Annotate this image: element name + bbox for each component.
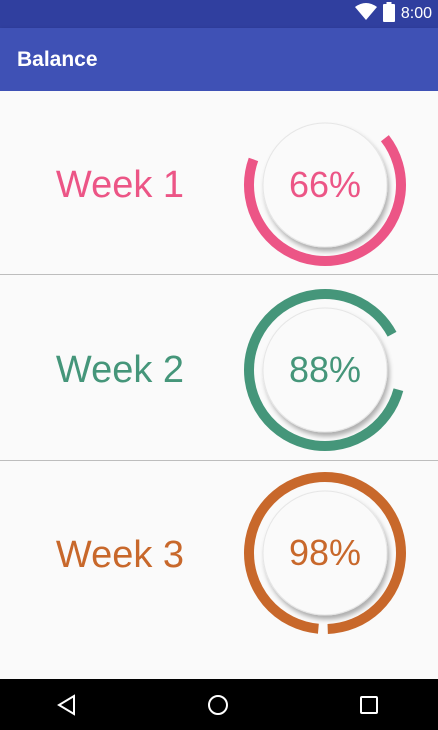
battery-icon <box>382 2 395 26</box>
list-item[interactable]: Week 1 66% <box>0 91 438 274</box>
recents-icon <box>360 695 378 714</box>
progress-circle: 98% <box>230 458 420 648</box>
progress-circle: 66% <box>230 90 420 280</box>
percent-text: 88% <box>288 349 362 390</box>
list-item[interactable]: Week 2 88% <box>0 275 438 460</box>
status-icons: 8:00 <box>354 0 432 28</box>
week-list: Week 1 66% Week 2 88% Week 3 98% <box>0 91 438 679</box>
page-title: Balance <box>17 48 98 71</box>
week-label: Week 2 <box>55 349 185 391</box>
list-item[interactable]: Week 3 98% <box>0 461 438 679</box>
week-label: Week 3 <box>55 534 185 576</box>
percent-text: 66% <box>288 164 362 205</box>
week-label: Week 1 <box>55 164 185 206</box>
progress-circle: 88% <box>230 275 420 465</box>
back-icon <box>57 693 75 716</box>
back-button[interactable] <box>37 679 97 730</box>
wifi-icon <box>354 3 377 25</box>
status-bar: 8:00 <box>0 0 438 28</box>
app-bar: Balance <box>0 28 438 91</box>
recents-button[interactable] <box>339 679 399 730</box>
home-button[interactable] <box>188 679 248 730</box>
status-time: 8:00 <box>400 5 432 22</box>
home-icon <box>208 694 228 715</box>
navigation-bar <box>0 679 438 730</box>
percent-text: 98% <box>288 532 362 573</box>
